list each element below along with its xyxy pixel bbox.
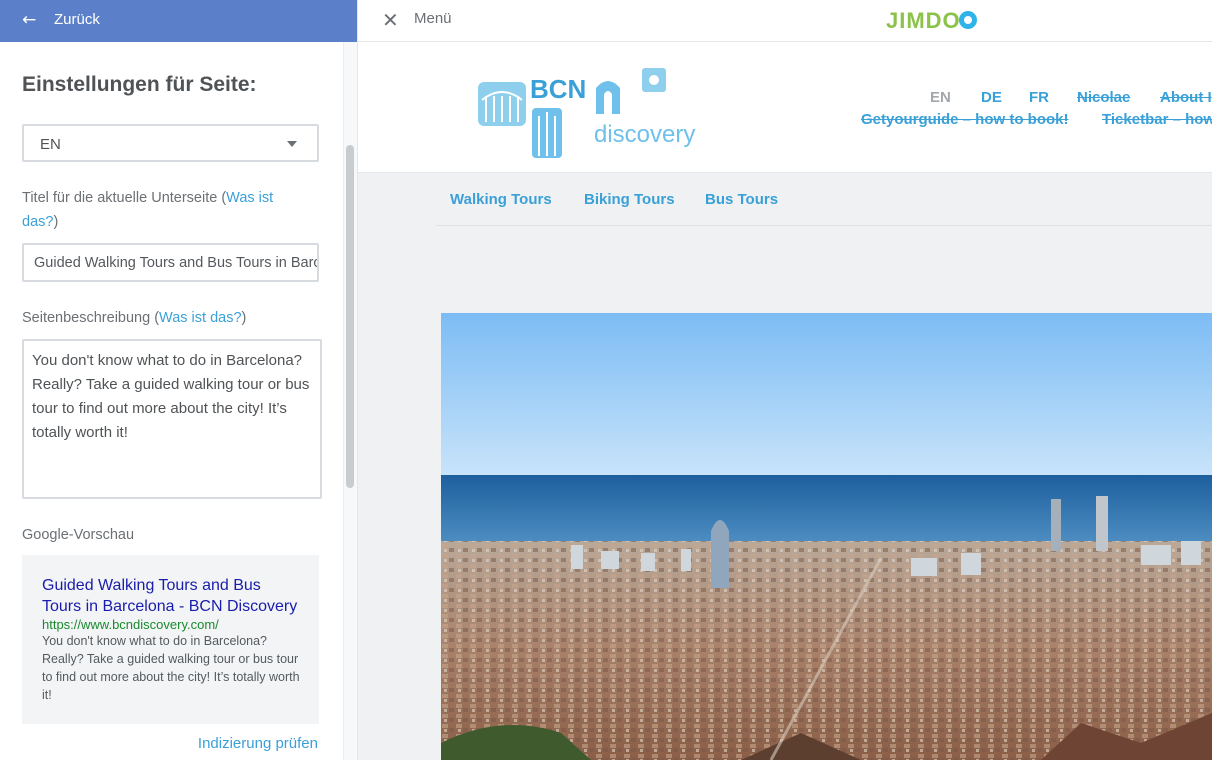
nav-item-getyourguide[interactable]: Getyourguide – how to book! <box>861 111 1069 128</box>
jimdo-logo-text: JIMDO <box>886 8 961 32</box>
back-button[interactable]: Zurück <box>54 11 100 28</box>
logo-bcn-text: BCN <box>530 74 586 104</box>
nav-item-about[interactable]: About I <box>1160 89 1212 106</box>
barcelona-hero-image <box>441 313 1212 760</box>
nav-lang-de[interactable]: DE <box>981 89 1002 106</box>
site-subnav: Walking Tours Biking Tours Bus Tours <box>436 173 1212 226</box>
caret-down-icon <box>287 141 297 147</box>
jimdo-topbar: ✕ Menü JIMDO <box>358 0 1212 42</box>
nav-lang-en[interactable]: EN <box>930 89 951 106</box>
close-icon[interactable]: ✕ <box>382 8 399 32</box>
site-preview: ✕ Menü JIMDO BCN discovery EN DE FR Nico… <box>358 0 1212 760</box>
page-title-label-text: Titel für die aktuelle Unterseite ( <box>22 190 227 206</box>
language-select[interactable]: EN <box>22 124 319 162</box>
nav-lang-fr[interactable]: FR <box>1029 89 1049 106</box>
page-title-input-value: Guided Walking Tours and Bus Tours in Ba… <box>34 255 319 271</box>
sidebar-scrollbar-thumb[interactable] <box>346 145 354 488</box>
check-indexing-link[interactable]: Indizierung prüfen <box>198 735 318 752</box>
subnav-walking-tours[interactable]: Walking Tours <box>450 191 552 208</box>
nav-item-ticketbar[interactable]: Ticketbar – how <box>1102 111 1212 128</box>
logo-discovery-text: discovery <box>594 121 695 148</box>
description-label: Seitenbeschreibung (Was ist das?) <box>22 306 312 330</box>
settings-sidebar: ← Zurück Einstellungen für Seite: EN Tit… <box>0 0 358 760</box>
jimdo-logo: JIMDO <box>886 8 977 32</box>
site-header: BCN discovery EN DE FR Nicolae About I G… <box>358 42 1212 173</box>
page-title-label-close: ) <box>53 214 59 230</box>
description-label-text: Seitenbeschreibung ( <box>22 310 160 326</box>
google-preview-label: Google-Vorschau <box>22 527 135 543</box>
description-textarea[interactable]: You don't know what to do in Barcelona? … <box>22 339 322 499</box>
subnav-bus-tours[interactable]: Bus Tours <box>705 191 778 208</box>
language-select-value: EN <box>40 136 61 153</box>
google-preview-url: https://www.bcndiscovery.com/ <box>42 617 219 632</box>
subnav-biking-tours[interactable]: Biking Tours <box>584 191 675 208</box>
nav-item-nicolae[interactable]: Nicolae <box>1077 89 1130 106</box>
google-preview: Guided Walking Tours and Bus Tours in Ba… <box>22 555 319 724</box>
description-help-link[interactable]: Was ist das? <box>159 310 241 326</box>
arrow-left-icon[interactable]: ← <box>22 10 36 30</box>
bcn-discovery-logo[interactable]: BCN discovery <box>476 66 696 160</box>
menu-button[interactable]: Menü <box>414 10 452 27</box>
page-title-label: Titel für die aktuelle Unterseite (Was i… <box>22 186 312 234</box>
description-label-close: ) <box>241 310 247 326</box>
google-preview-title: Guided Walking Tours and Bus Tours in Ba… <box>42 577 298 615</box>
panel-title: Einstellungen für Seite: <box>22 73 257 96</box>
back-bar[interactable]: ← Zurück <box>0 0 357 42</box>
page-title-input[interactable]: Guided Walking Tours and Bus Tours in Ba… <box>22 243 319 282</box>
google-preview-description: You don't know what to do in Barcelona? … <box>42 634 300 702</box>
